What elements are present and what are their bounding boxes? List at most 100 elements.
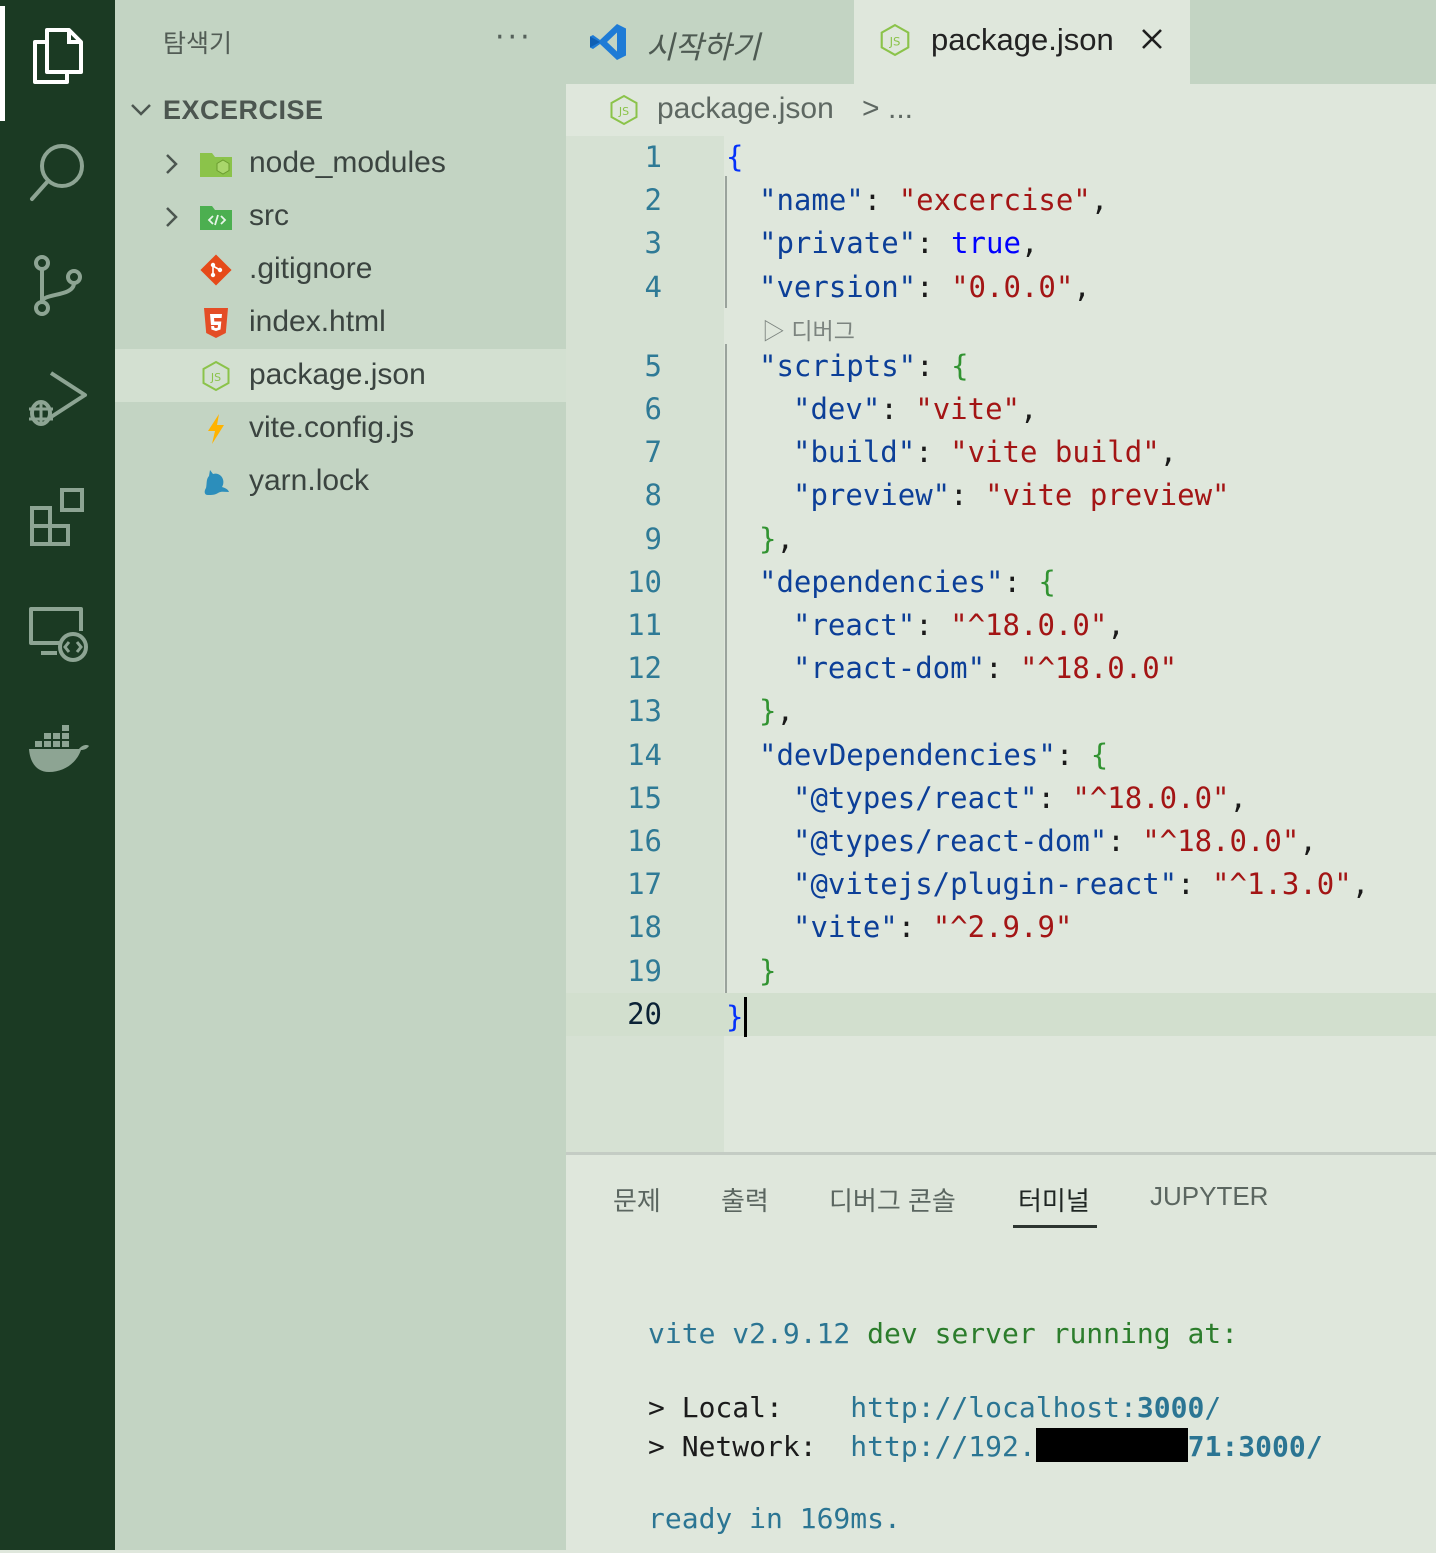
code-line: 10 "dependencies": {: [566, 561, 1436, 604]
svg-text:JS: JS: [618, 105, 629, 118]
tree-item-label: node_modules: [249, 146, 446, 179]
explorer-title: 탐색기: [163, 29, 233, 58]
code-line: 5 "scripts": {: [566, 345, 1436, 388]
line-number: 10: [627, 565, 662, 599]
line-number: 16: [627, 824, 662, 858]
nodejs-icon: JS: [608, 94, 640, 130]
editor-tab-bar: 시작하기 JS package.json: [566, 0, 1436, 84]
panel-tab-output[interactable]: 출력: [721, 1181, 769, 1218]
panel-tab-debug-console[interactable]: 디버그 콘솔: [829, 1181, 956, 1218]
bottom-panel: 문제 출력 디버그 콘솔 터미널 JUPYTER vite v2.9.12 de…: [566, 1152, 1436, 1553]
workspace-folder-name: EXCERCISE: [163, 95, 324, 125]
line-number: 5: [644, 349, 662, 383]
breadcrumb-separator: >: [862, 92, 880, 125]
terminal-network-url[interactable]: http://192.: [850, 1430, 1035, 1463]
terminal-vite-version: vite v2.9.12: [648, 1317, 851, 1350]
tree-item-label: index.html: [249, 305, 386, 338]
tree-item-index-html[interactable]: index.html: [115, 296, 566, 349]
code-line: 9 },: [566, 518, 1436, 561]
terminal-line-server: vite v2.9.12 dev server running at:: [648, 1317, 1238, 1350]
breadcrumb: JS package.json > ...: [566, 84, 1436, 136]
code-line: 15 "@types/react": "^18.0.0",: [566, 777, 1436, 820]
codelens-debug[interactable]: ▷ 디버그: [762, 312, 855, 346]
nodejs-icon: JS: [878, 22, 912, 62]
line-number: 20: [627, 997, 662, 1031]
line-number: 11: [627, 608, 662, 642]
more-actions-button[interactable]: ···: [495, 20, 533, 55]
terminal-line-local: > Local: http://localhost:3000/: [648, 1391, 1221, 1424]
code-line: 1 {: [566, 136, 1436, 179]
tree-item-label: yarn.lock: [249, 464, 370, 497]
redaction-box: [1035, 1428, 1188, 1462]
line-number: 9: [644, 522, 662, 556]
yarn-icon: [199, 466, 233, 498]
explorer-sidebar: 탐색기 ··· EXCERCISE node_modules src .giti…: [115, 0, 566, 1550]
close-icon[interactable]: [1139, 26, 1165, 56]
nodejs-icon: JS: [199, 360, 233, 392]
active-tab-indicator: [1013, 1225, 1097, 1228]
line-number: 14: [627, 738, 662, 772]
line-number: 4: [644, 270, 662, 304]
code-line: 4 "version": "0.0.0",: [566, 266, 1436, 309]
text-cursor: [744, 997, 748, 1037]
breadcrumb-symbols[interactable]: ...: [888, 92, 913, 126]
code-line: 8 "preview": "vite preview": [566, 474, 1436, 517]
terminal-network-url-end: 71:3000/: [1187, 1430, 1323, 1463]
tree-item-yarn-lock[interactable]: yarn.lock: [115, 455, 566, 508]
code-line: 16 "@types/react-dom": "^18.0.0",: [566, 820, 1436, 863]
tab-label: package.json: [931, 22, 1114, 57]
tree-item-node-modules[interactable]: node_modules: [115, 137, 566, 190]
remote-explorer-icon[interactable]: [0, 584, 115, 684]
line-number: 8: [644, 478, 662, 512]
tab-welcome[interactable]: 시작하기: [566, 0, 854, 84]
code-line: 13 },: [566, 690, 1436, 733]
tree-item-package-json[interactable]: JS package.json: [115, 349, 566, 402]
code-line: 18 "vite": "^2.9.9": [566, 906, 1436, 949]
panel-tab-terminal[interactable]: 터미널: [1018, 1181, 1090, 1218]
terminal-local-url[interactable]: http://localhost:: [850, 1391, 1137, 1424]
extensions-icon[interactable]: [0, 466, 115, 566]
panel-tab-jupyter[interactable]: JUPYTER: [1150, 1181, 1268, 1212]
panel-tab-problems[interactable]: 문제: [613, 1181, 661, 1218]
terminal-server-text: dev server running at:: [850, 1317, 1239, 1350]
explorer-icon[interactable]: [0, 6, 115, 121]
vscode-icon: [588, 22, 628, 66]
terminal-ready-time: 169ms.: [799, 1502, 901, 1535]
line-number: 6: [644, 392, 662, 426]
code-line-current: 20 }: [566, 993, 1436, 1037]
terminal-line-ready: ready in 169ms.: [648, 1502, 901, 1535]
chevron-right-icon: [161, 205, 183, 233]
vite-icon: [199, 413, 233, 445]
activity-bar: [0, 0, 115, 1550]
line-number: 7: [644, 435, 662, 469]
terminal-local-port: 3000: [1136, 1391, 1205, 1424]
code-line: 3 "private": true,: [566, 222, 1436, 265]
search-icon[interactable]: [0, 122, 115, 222]
svg-text:JS: JS: [889, 34, 901, 48]
run-debug-icon[interactable]: [0, 350, 115, 450]
code-line: 12 "react-dom": "^18.0.0": [566, 647, 1436, 690]
tree-item-gitignore[interactable]: .gitignore: [115, 243, 566, 296]
tree-item-src[interactable]: src: [115, 190, 566, 243]
terminal-network-label: > Network:: [648, 1430, 851, 1463]
tree-item-label: vite.config.js: [249, 411, 415, 444]
terminal-ready-text: ready in: [648, 1502, 800, 1535]
tree-item-vite-config[interactable]: vite.config.js: [115, 402, 566, 455]
code-line: 2 "name": "excercise",: [566, 179, 1436, 222]
tab-label: 시작하기: [646, 30, 761, 65]
tree-item-label: .gitignore: [249, 252, 373, 285]
chevron-right-icon: [161, 152, 183, 180]
line-number: 12: [627, 651, 662, 685]
tab-package-json[interactable]: JS package.json: [854, 0, 1190, 84]
docker-icon[interactable]: [0, 700, 115, 800]
code-line: 6 "dev": "vite",: [566, 388, 1436, 431]
breadcrumb-file[interactable]: package.json: [657, 92, 834, 126]
workspace-folder-header[interactable]: EXCERCISE: [115, 84, 566, 136]
code-editor[interactable]: ▷ 디버그 1 { 2 "name": "excercise", 3 "priv…: [566, 136, 1436, 1152]
code-line: 11 "react": "^18.0.0",: [566, 604, 1436, 647]
line-number: 3: [644, 226, 662, 260]
code-line: 7 "build": "vite build",: [566, 431, 1436, 474]
folder-src-icon: [199, 201, 233, 233]
chevron-down-icon: [129, 98, 153, 126]
source-control-icon[interactable]: [0, 236, 115, 336]
